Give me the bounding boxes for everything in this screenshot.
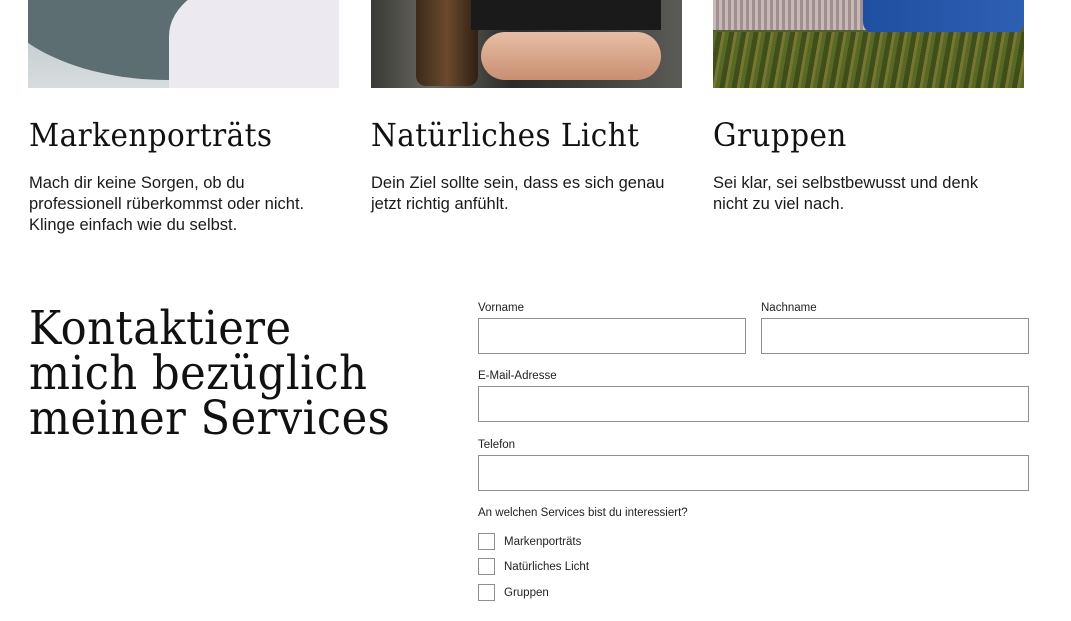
first-name-field-group: Vorname [478, 301, 746, 354]
photo-jeans [863, 0, 1024, 34]
phone-field-group: Telefon [478, 438, 1029, 491]
contact-heading: Kontaktiere mich bezüglich meiner Servic… [29, 301, 391, 446]
first-name-label: Vorname [478, 302, 525, 314]
service-image-natural-light [371, 0, 682, 88]
checkbox-option-brand-portraits[interactable]: Markenporträts [478, 533, 581, 550]
checkbox-option-groups[interactable]: Gruppen [478, 584, 549, 601]
service-title: Markenporträts [29, 116, 273, 154]
last-name-field-group: Nachname [761, 301, 1029, 354]
service-title: Natürliches Licht [371, 116, 640, 154]
photo-arm [481, 32, 661, 80]
photo-shape [169, 0, 339, 88]
phone-input[interactable] [478, 455, 1029, 491]
last-name-label: Nachname [761, 302, 817, 314]
service-description: Sei klar, sei selbstbewusst und denk nic… [713, 174, 979, 213]
last-name-input[interactable] [761, 318, 1029, 354]
service-title: Gruppen [713, 116, 847, 154]
service-image-groups [713, 0, 1024, 88]
service-description: Mach dir keine Sorgen, ob du professione… [29, 174, 305, 234]
photo-stripe [713, 0, 868, 30]
service-image-brand-portraits [28, 0, 339, 88]
phone-label: Telefon [478, 439, 516, 451]
photo-jar [416, 0, 478, 86]
email-label: E-Mail-Adresse [478, 370, 557, 382]
email-field-group: E-Mail-Adresse [478, 369, 1029, 422]
checkbox[interactable] [478, 558, 495, 575]
photo-grass [713, 32, 1024, 88]
checkbox[interactable] [478, 533, 495, 550]
email-input[interactable] [478, 386, 1029, 422]
service-description: Dein Ziel sollte sein, dass es sich gena… [371, 174, 665, 213]
checkbox-label: Markenporträts [504, 535, 582, 548]
photo-shirt [471, 0, 661, 30]
checkbox-label: Natürliches Licht [504, 560, 590, 573]
service-card-groups: Gruppen Sei klar, sei selbstbewusst und … [713, 113, 1013, 215]
first-name-input[interactable] [478, 318, 746, 354]
checkbox[interactable] [478, 584, 495, 601]
service-card-brand-portraits: Markenporträts Mach dir keine Sorgen, ob… [29, 113, 329, 236]
checkbox-option-natural-light[interactable]: Natürliches Licht [478, 558, 589, 575]
service-card-natural-light: Natürliches Licht Dein Ziel sollte sein,… [371, 113, 671, 215]
checkbox-label: Gruppen [504, 586, 549, 599]
services-question-label: An welchen Services bist du interessiert… [478, 507, 688, 519]
